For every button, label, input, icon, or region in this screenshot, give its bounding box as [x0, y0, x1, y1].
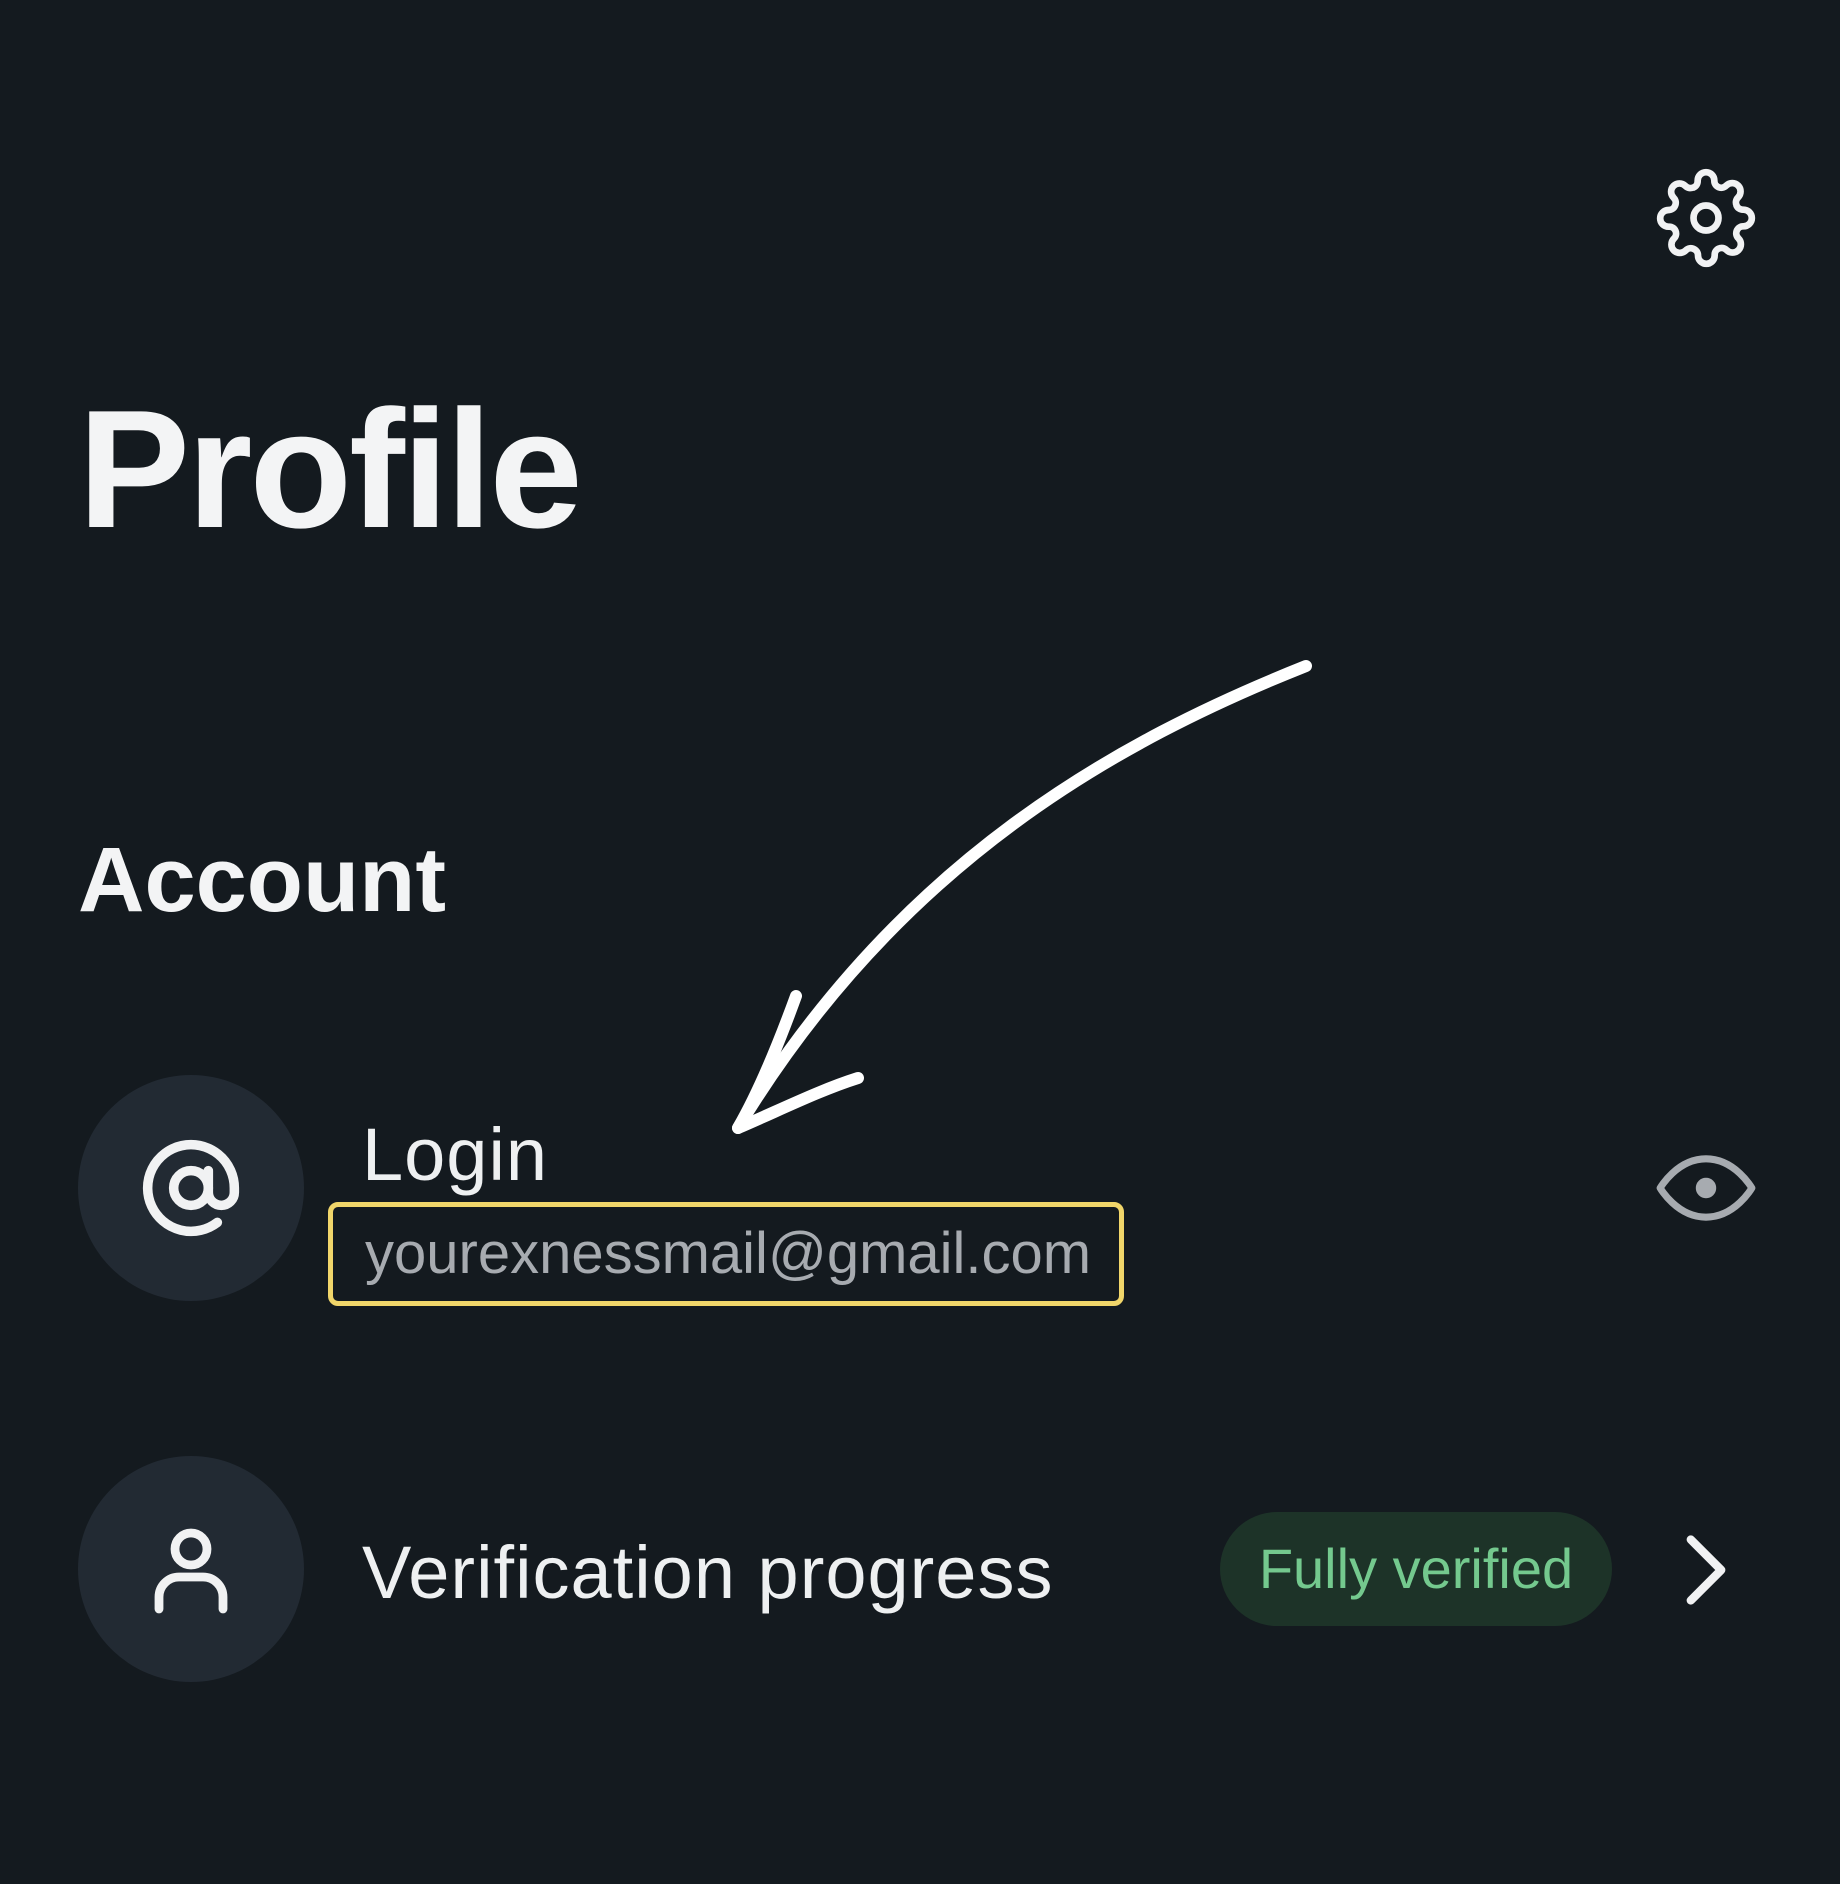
verification-progress-label: Verification progress — [362, 1531, 1054, 1614]
login-value-highlight: yourexnessmail@gmail.com — [328, 1202, 1124, 1306]
gear-icon — [1656, 168, 1756, 268]
login-email-value: yourexnessmail@gmail.com — [365, 1221, 1092, 1286]
login-label: Login — [362, 1113, 549, 1196]
section-title-account: Account — [78, 829, 446, 931]
person-icon — [154, 1528, 228, 1614]
chevron-button[interactable] — [1676, 1530, 1736, 1610]
at-sign-icon — [142, 1139, 240, 1237]
toggle-visibility-button[interactable] — [1652, 1140, 1760, 1236]
settings-button[interactable] — [1652, 164, 1760, 272]
verification-avatar — [78, 1456, 304, 1682]
status-badge: Fully verified — [1220, 1512, 1612, 1626]
login-avatar — [78, 1075, 304, 1301]
chevron-right-icon — [1686, 1535, 1726, 1605]
eye-icon — [1656, 1155, 1756, 1221]
status-badge-text: Fully verified — [1258, 1537, 1574, 1600]
page-title: Profile — [78, 375, 583, 563]
